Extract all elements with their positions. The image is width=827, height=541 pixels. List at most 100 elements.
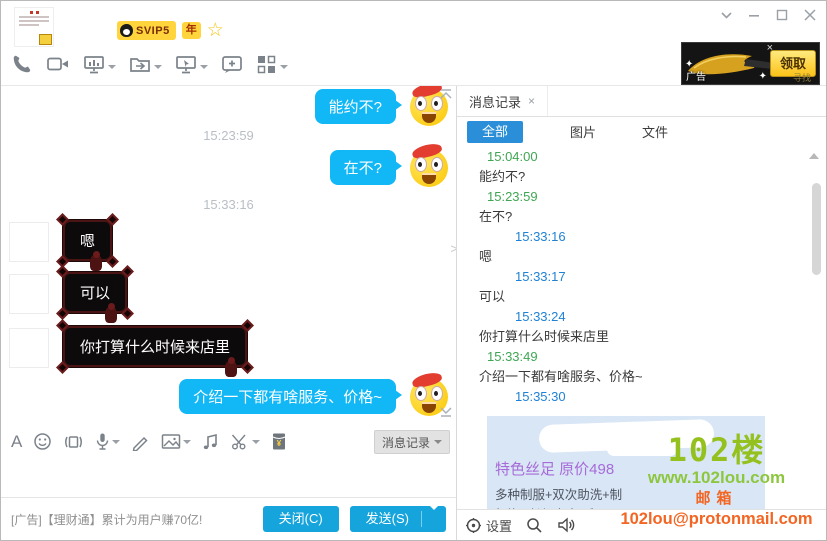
ad-tag-label: 广告 <box>686 72 706 83</box>
search-icon <box>527 517 542 533</box>
chat-bubble-incoming[interactable]: 你打算什么时候来店里 <box>56 319 254 377</box>
history-image-attachment[interactable]: 特色丝足 原价498 多种制服+双次助洗+制 相泡·踏沙·泉身·手 <box>487 416 765 512</box>
image-text-line: 多种制服+双次助洗+制 <box>495 488 623 502</box>
ad-banner[interactable]: ✦ ✦ 广告 × 领取 寻找 <box>681 42 820 85</box>
close-chat-button[interactable]: 关闭(C) <box>262 506 339 532</box>
history-bottom-bar: 设置 <box>457 509 826 540</box>
window-shake-button[interactable] <box>63 433 84 451</box>
history-timestamp: 15:33:49 <box>487 349 538 364</box>
monitor-stats-icon <box>83 54 105 80</box>
avatar-decoration <box>17 11 51 14</box>
contact-avatar[interactable] <box>9 222 49 262</box>
chevron-down-icon[interactable] <box>200 64 208 69</box>
handwriting-button[interactable] <box>131 433 150 451</box>
video-call-button[interactable] <box>46 54 70 79</box>
message-row-outgoing: 在不? <box>1 141 456 187</box>
filter-tab-all[interactable]: 全部 <box>467 120 523 143</box>
bubble-ornament <box>56 213 69 226</box>
history-timestamp: 15:35:30 <box>515 389 566 404</box>
chevron-down-icon[interactable] <box>154 64 162 69</box>
history-timestamp: 15:04:00 <box>487 149 538 164</box>
red-packet-button[interactable]: ¥ <box>271 432 287 451</box>
history-timestamp: 15:33:17 <box>515 269 566 284</box>
sound-toggle-button[interactable] <box>557 517 576 533</box>
qq-chat-window: SVIP5 年 ☆ ✦ ✦ 广告 × 领取 寻找 能约不? 15:23:59 在… <box>0 0 827 541</box>
filter-tab-images[interactable]: 图片 <box>547 122 619 141</box>
grid-apps-icon <box>256 54 277 80</box>
scrollbar-thumb[interactable] <box>812 183 821 275</box>
chat-bubble-outgoing[interactable]: 介绍一下都有啥服务、价格~ <box>179 379 402 414</box>
history-message: 嗯 <box>479 249 493 264</box>
settings-button[interactable]: 设置 <box>465 516 512 535</box>
contact-avatar[interactable] <box>9 328 49 368</box>
history-message: 介绍一下都有啥服务、价格~ <box>479 369 643 384</box>
sparkle-icon: ✦ <box>758 71 767 82</box>
svip-badge[interactable]: SVIP5 <box>117 21 176 40</box>
send-options-button[interactable] <box>422 506 446 528</box>
history-timestamp: 15:23:59 <box>487 189 538 204</box>
apps-button[interactable] <box>256 54 288 80</box>
music-button[interactable] <box>202 433 219 451</box>
window-controls <box>721 9 816 21</box>
bubble-figure-decoration <box>225 357 238 377</box>
contact-avatar[interactable] <box>9 274 49 314</box>
status-bar: [广告]【理财通】累计为用户赚70亿! 关闭(C) 发送(S) <box>1 497 456 540</box>
voice-call-button[interactable] <box>11 53 33 80</box>
create-group-button[interactable] <box>221 54 243 80</box>
history-message: 在不? <box>479 209 513 224</box>
year-vip-badge[interactable]: 年 <box>181 22 201 39</box>
send-button-group: 发送(S) <box>349 506 446 532</box>
history-list[interactable]: 15:04:00 能约不? 15:23:59 在不? 15:33:16 嗯 15… <box>457 147 826 416</box>
history-message: 能约不? <box>479 169 526 184</box>
history-message: 你打算什么时候来店里 <box>479 329 610 344</box>
history-timestamp: 15:33:16 <box>515 229 566 244</box>
svip-label: SVIP5 <box>136 24 170 37</box>
voice-show-button[interactable] <box>83 54 116 80</box>
message-list[interactable]: 能约不? 15:23:59 在不? 15:33:16 嗯 可以 你打算什么时候来… <box>1 86 456 427</box>
message-input-field[interactable] <box>1 456 456 500</box>
chevron-down-icon[interactable] <box>183 439 192 444</box>
send-image-button[interactable] <box>161 433 192 451</box>
skin-dropdown-icon[interactable] <box>721 11 732 19</box>
scroll-to-top-button[interactable] <box>439 88 453 100</box>
send-file-button[interactable] <box>129 54 162 80</box>
status-ad-text[interactable]: [广告]【理财通】累计为用户赚70亿! <box>11 511 202 528</box>
chevron-down-icon[interactable] <box>252 439 261 444</box>
scrollbar-up-arrow[interactable] <box>809 153 819 159</box>
chevron-down-icon[interactable] <box>280 64 288 69</box>
self-avatar[interactable] <box>410 141 448 187</box>
message-history-toggle-button[interactable]: 消息记录 <box>373 430 450 454</box>
remote-desktop-button[interactable] <box>175 54 208 80</box>
voice-message-button[interactable] <box>95 432 121 451</box>
screenshot-button[interactable] <box>230 433 261 451</box>
emoji-button[interactable] <box>33 432 52 451</box>
tab-close-icon[interactable]: × <box>528 94 535 108</box>
tab-message-history[interactable]: 消息记录 × <box>457 86 549 116</box>
chat-bubble-incoming[interactable]: 可以 <box>56 265 134 323</box>
filter-tab-files[interactable]: 文件 <box>619 122 691 141</box>
close-button[interactable] <box>804 9 816 21</box>
chevron-down-icon[interactable] <box>112 439 121 444</box>
history-timestamp: 15:33:24 <box>515 309 566 324</box>
contact-avatar[interactable] <box>14 7 54 47</box>
video-camera-icon <box>46 54 70 79</box>
history-tab-bar: 消息记录 × <box>457 86 826 117</box>
send-button[interactable]: 发送(S) <box>350 506 421 532</box>
star-badge-icon[interactable]: ☆ <box>207 21 224 40</box>
gear-icon <box>466 517 481 533</box>
scroll-to-bottom-button[interactable] <box>439 406 453 418</box>
censored-region <box>607 442 677 456</box>
font-style-button[interactable]: A <box>11 432 22 451</box>
qq-penguin-icon <box>120 24 133 37</box>
chat-plus-icon <box>221 54 243 80</box>
maximize-button[interactable] <box>776 9 788 21</box>
search-history-button[interactable] <box>526 517 543 534</box>
bubble-figure-decoration <box>105 303 118 323</box>
chevron-down-icon[interactable] <box>108 64 116 69</box>
chat-bubble-outgoing[interactable]: 能约不? <box>314 89 403 124</box>
chat-bubble-outgoing[interactable]: 在不? <box>329 150 403 185</box>
minimize-button[interactable] <box>748 9 760 21</box>
chat-area: 能约不? 15:23:59 在不? 15:33:16 嗯 可以 你打算什么时候来… <box>1 86 456 540</box>
chat-bubble-incoming[interactable]: 嗯 <box>56 213 119 271</box>
folder-send-icon <box>129 54 151 80</box>
